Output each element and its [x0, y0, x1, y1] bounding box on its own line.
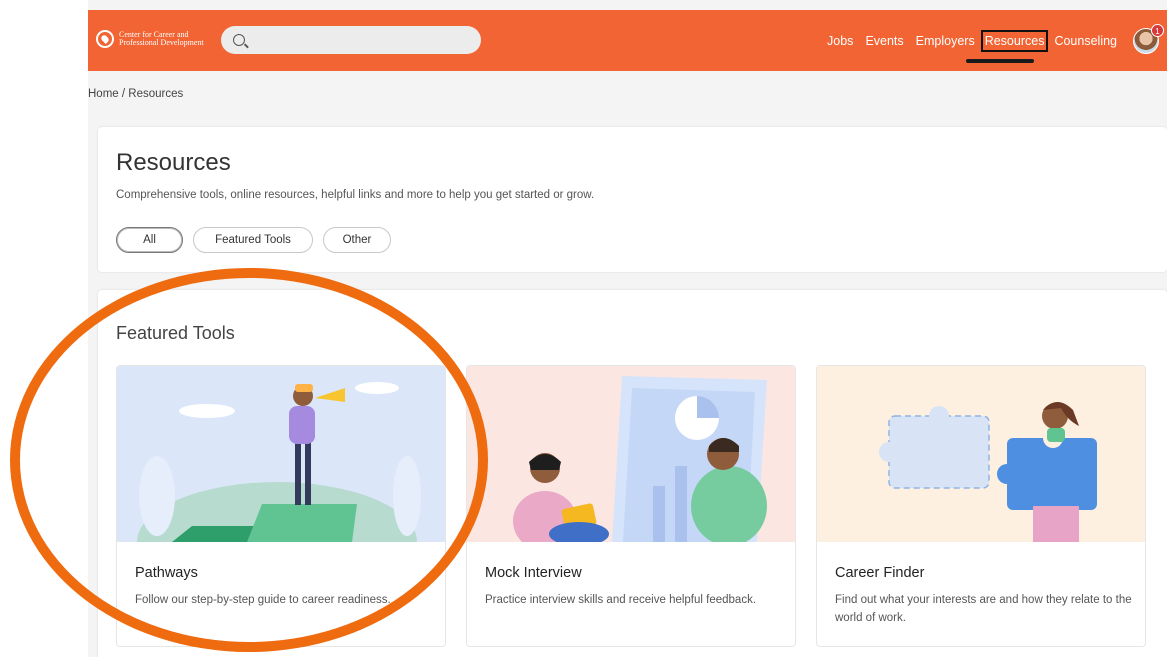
interview-illustration [467, 366, 795, 542]
page-title: Resources [116, 149, 231, 176]
tool-title[interactable]: Career Finder [835, 565, 924, 581]
search-input[interactable] [253, 33, 473, 47]
tool-card-pathways[interactable]: Pathways Follow our step-by-step guide t… [116, 365, 446, 647]
person-with-telescope-illustration [117, 366, 445, 542]
tool-card-mock-interview[interactable]: Mock Interview Practice interview skills… [466, 365, 796, 647]
breadcrumb-home[interactable]: Home [88, 88, 119, 100]
brand-name: Center for Career and Professional Devel… [119, 30, 219, 48]
breadcrumb: Home / Resources [88, 88, 183, 100]
nav-jobs[interactable]: Jobs [821, 30, 859, 52]
nav-events[interactable]: Events [859, 30, 909, 52]
tool-title[interactable]: Mock Interview [485, 565, 582, 581]
page-subtitle: Comprehensive tools, online resources, h… [116, 189, 595, 201]
notification-badge: 1 [1151, 23, 1164, 37]
user-avatar[interactable]: 1 [1133, 23, 1164, 54]
nav-resources[interactable]: Resources [980, 29, 1049, 52]
search-icon[interactable] [233, 34, 245, 46]
tool-description: Follow our step-by-step guide to career … [135, 594, 391, 606]
breadcrumb-current: Resources [128, 88, 184, 100]
nav-employers[interactable]: Employers [910, 30, 981, 52]
breadcrumb-separator: / [121, 88, 126, 100]
filter-pills: All Featured Tools Other [116, 227, 391, 253]
page: Center for Career and Professional Devel… [88, 0, 1167, 657]
search-bar[interactable] [221, 26, 481, 54]
tool-description: Practice interview skills and receive he… [485, 594, 757, 606]
section-heading: Featured Tools [116, 323, 235, 343]
featured-tools-section: Featured Tools Pathways Follow our step-… [98, 290, 1167, 657]
top-navigation-bar: Center for Career and Professional Devel… [88, 10, 1167, 71]
filter-other[interactable]: Other [323, 227, 391, 253]
filter-all[interactable]: All [116, 227, 183, 253]
brand-name-line-2: Professional Development [119, 38, 204, 47]
location-pin-icon [96, 30, 114, 48]
brand-logo[interactable]: Center for Career and Professional Devel… [96, 30, 219, 48]
tool-description: Find out what your interests are and how… [835, 594, 1132, 624]
nav-counseling[interactable]: Counseling [1048, 30, 1123, 52]
tool-card-career-finder[interactable]: Career Finder Find out what your interes… [816, 365, 1146, 647]
tool-title[interactable]: Pathways [135, 565, 198, 581]
active-nav-indicator [966, 59, 1034, 63]
resources-header-card: Resources Comprehensive tools, online re… [98, 127, 1167, 272]
filter-featured-tools[interactable]: Featured Tools [193, 227, 313, 253]
puzzle-illustration [817, 366, 1145, 542]
